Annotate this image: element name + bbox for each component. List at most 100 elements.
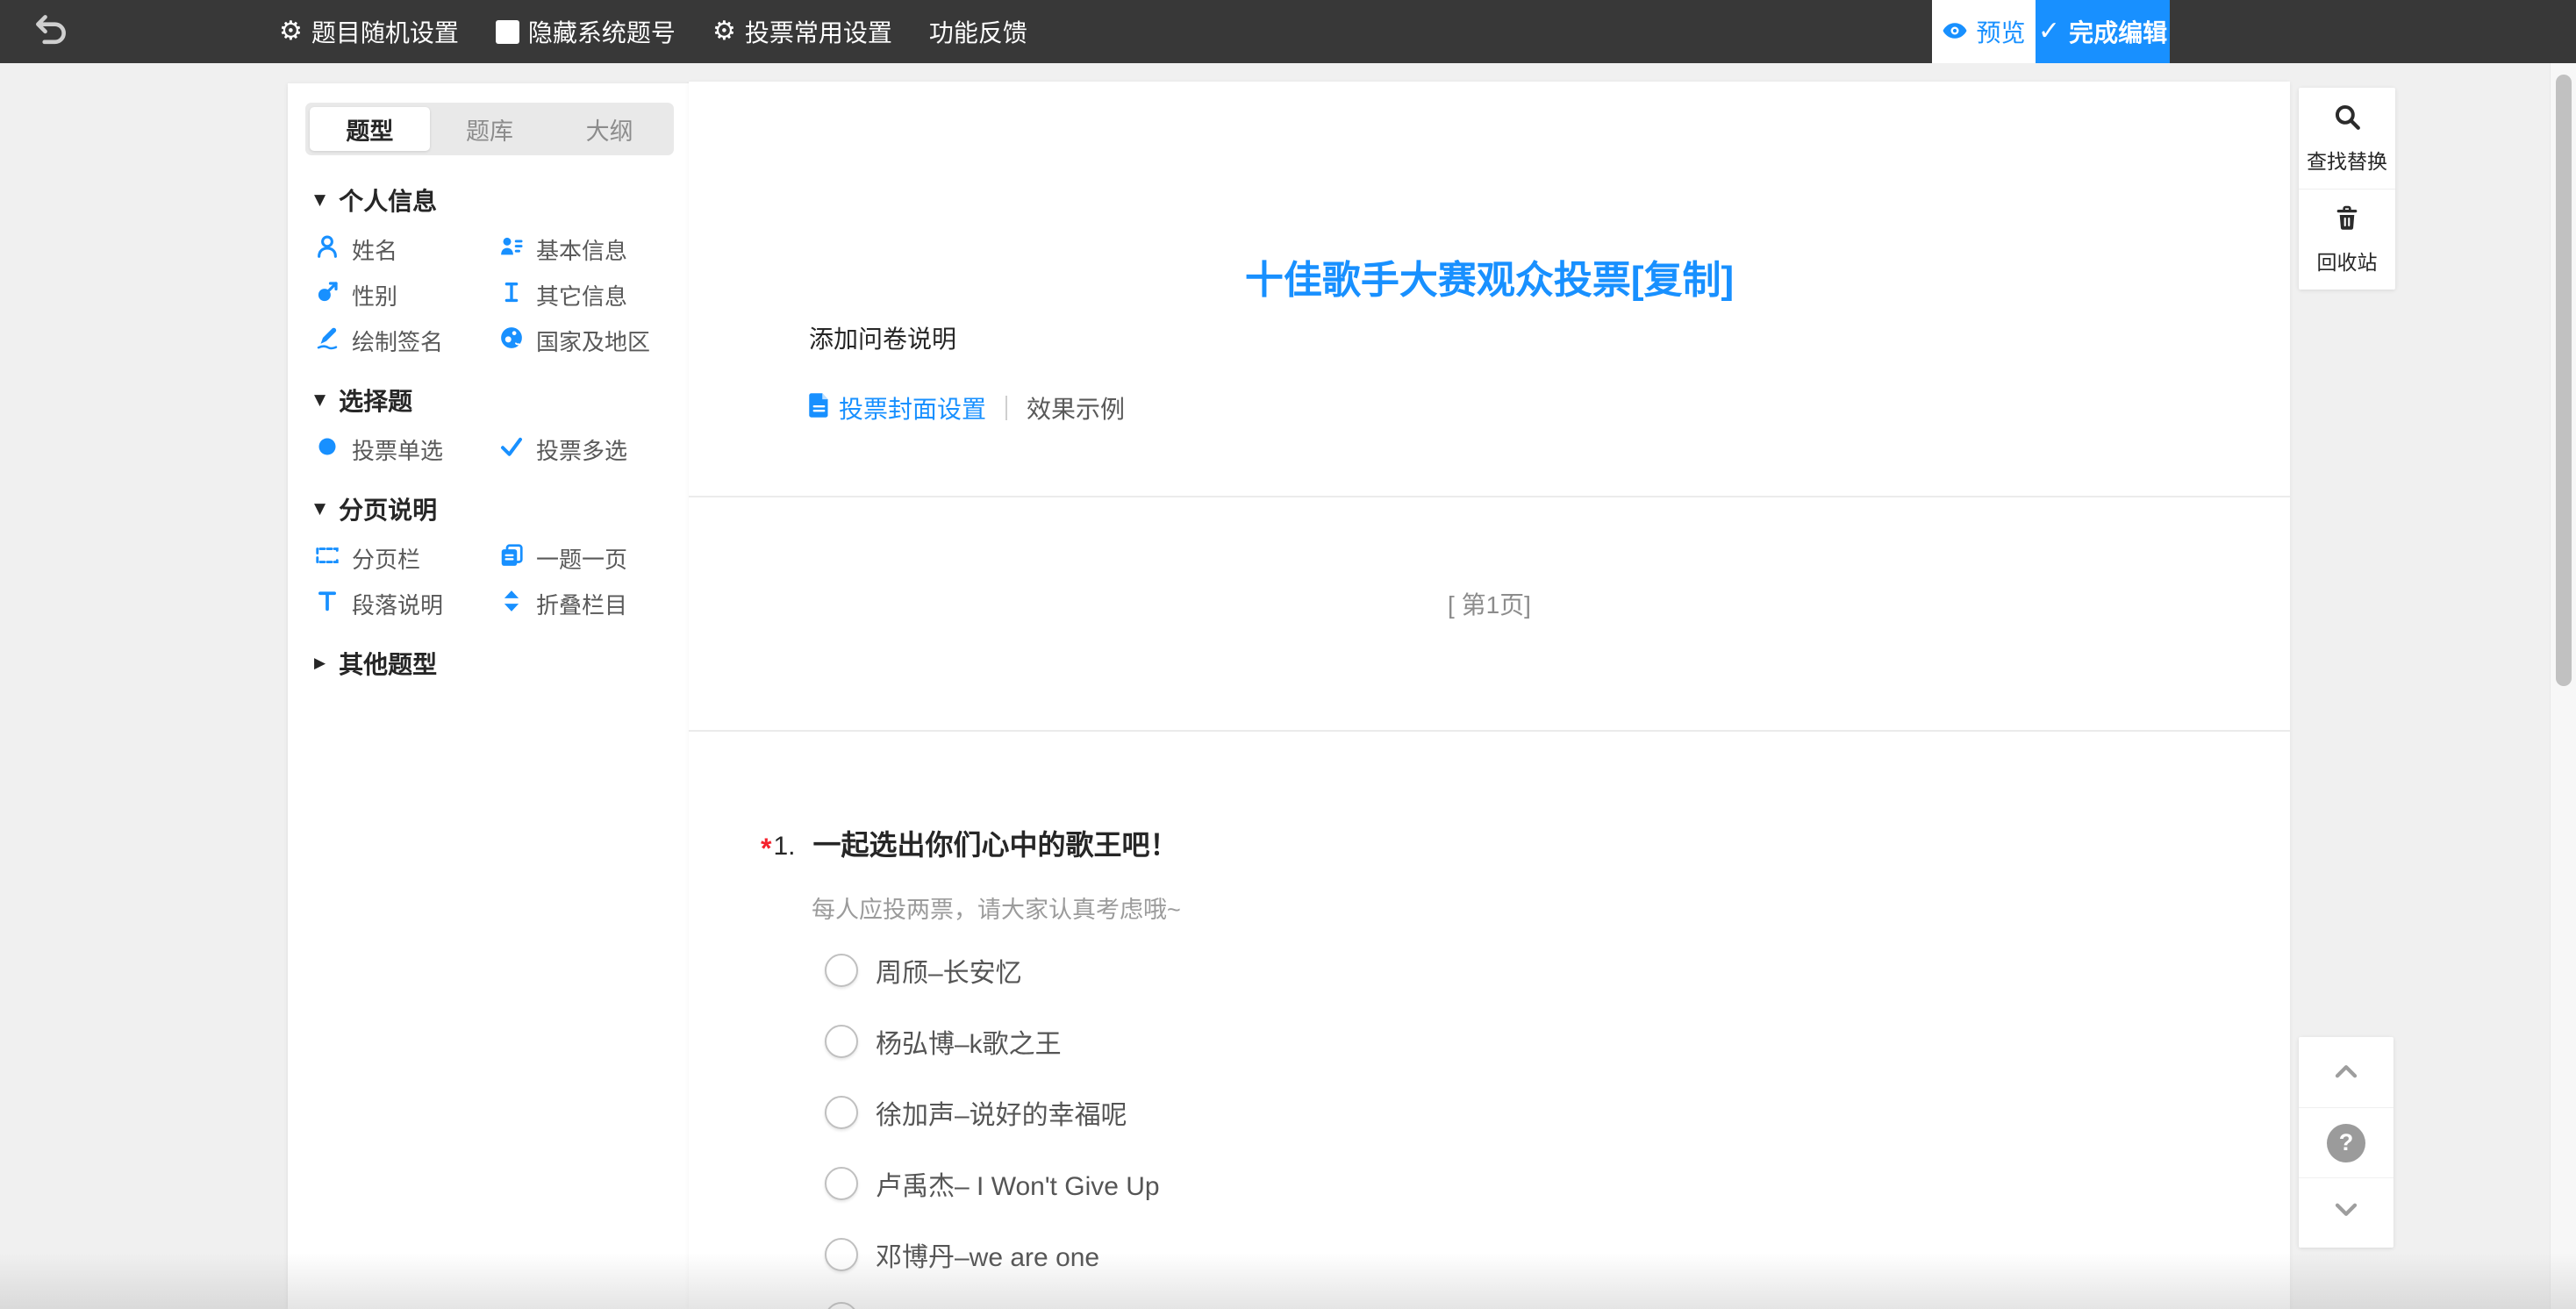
sidebar: 题型 题库 大纲 ▼ 个人信息 姓名 基本信息 性别 其它信息 绘制签名 国家及… [288,83,693,1309]
sidebar-item-label: 性别 [352,283,398,310]
option-label[interactable]: 徐加声–说好的幸福呢 [876,1093,1127,1132]
radio-button[interactable] [825,953,858,987]
sidebar-item-basic-info[interactable]: 基本信息 [498,234,670,264]
radio-button[interactable] [825,1301,858,1309]
text-icon [314,588,340,620]
option-label[interactable]: 杨弘博–k歌之王 [876,1022,1062,1061]
sidebar-item-paragraph[interactable]: 段落说明 [314,589,498,619]
option-row[interactable]: 周颀–长安忆 [825,934,1160,1005]
globe-icon [498,325,525,357]
sidebar-item-label: 投票单选 [352,437,444,464]
section-title: 选择题 [339,388,413,415]
option-label[interactable]: 邓博丹–we are one [876,1235,1099,1274]
sidebar-item-label: 基本信息 [536,237,628,264]
radio-button[interactable] [825,1095,858,1129]
right-tools-panel: 查找替换 回收站 [2299,88,2395,290]
menu-item-random-settings[interactable]: ⚙ 题目随机设置 [279,14,459,49]
find-replace-button[interactable]: 查找替换 [2299,88,2395,189]
editor-canvas: 十佳歌手大赛观众投票[复制] 添加问卷说明 投票封面设置 效果示例 [ 第1页]… [689,82,2290,1309]
option-row[interactable]: 徐加声–说好的幸福呢 [825,1077,1160,1148]
user-list-icon [498,233,525,266]
help-button[interactable]: ? [2299,1107,2394,1177]
option-label[interactable]: 周颀–长安忆 [876,951,1022,990]
question-mark-icon: ? [2327,1123,2365,1162]
recycle-bin-button[interactable]: 回收站 [2299,189,2395,290]
caret-right-icon: ▶ [314,654,326,672]
survey-editor-page: ⚙ 题目随机设置 隐藏系统题号 ⚙ 投票常用设置 功能反馈 预览 ✓ 完成编辑 [0,0,2576,1309]
sidebar-item-name[interactable]: 姓名 [314,234,498,264]
sidebar-tabs: 题型 题库 大纲 [305,103,674,155]
sidebar-item-label: 其它信息 [536,283,628,310]
sidebar-item-signature[interactable]: 绘制签名 [314,325,498,355]
recycle-bin-label: 回收站 [2316,250,2378,274]
tab-question-bank[interactable]: 题库 [430,107,550,151]
radio-button[interactable] [825,1024,858,1058]
option-row[interactable]: 杨弘博–k歌之王 [825,1005,1160,1077]
page-break-icon [314,542,340,575]
section-header-other-types[interactable]: ▶ 其他题型 [314,648,670,678]
tab-question-types[interactable]: 题型 [310,107,430,151]
user-icon [314,233,340,266]
section-items-choice-questions: 投票单选 投票多选 [314,434,670,464]
survey-title[interactable]: 十佳歌手大赛观众投票[复制] [689,248,2290,304]
menu-item-label: 题目随机设置 [311,19,459,46]
trash-icon [2333,204,2361,238]
chevron-up-icon [2333,1062,2359,1084]
sidebar-sections: ▼ 个人信息 姓名 基本信息 性别 其它信息 绘制签名 国家及地区 ▼ 选择题 … [288,185,693,678]
option-row[interactable]: 邓博丹–we are one [825,1219,1160,1290]
sidebar-item-one-question-per-page[interactable]: 一题一页 [498,543,670,573]
menu-item-feedback[interactable]: 功能反馈 [929,14,1027,49]
finish-editing-button[interactable]: ✓ 完成编辑 [2036,0,2170,63]
radio-dot-icon [314,433,340,466]
sidebar-item-collapse-column[interactable]: 折叠栏目 [498,589,670,619]
menu-item-label: 隐藏系统题号 [527,19,676,46]
finish-label: 完成编辑 [2069,19,2168,46]
undo-back-button[interactable] [26,12,75,53]
sidebar-item-label: 绘制签名 [352,328,444,355]
sidebar-item-vote-single[interactable]: 投票单选 [314,434,498,464]
question-subtitle[interactable]: 每人应投两票，请大家认真考虑哦~ [812,891,1181,925]
scroll-down-button[interactable] [2299,1177,2394,1248]
sidebar-item-gender[interactable]: 性别 [314,280,498,310]
radio-button[interactable] [825,1166,858,1200]
search-icon [2332,102,2362,137]
section-header-choice-questions[interactable]: ▼ 选择题 [314,385,670,415]
sidebar-item-country-region[interactable]: 国家及地区 [498,325,670,355]
scroll-up-button[interactable] [2299,1037,2394,1107]
vote-cover-settings-link[interactable]: 投票封面设置 [807,390,986,426]
hide-numbers-checkbox[interactable] [495,19,519,44]
cover-settings-label: 投票封面设置 [839,396,987,423]
menu-item-label: 功能反馈 [928,19,1027,46]
section-items-page-description: 分页栏 一题一页 段落说明 折叠栏目 [314,543,670,619]
topbar: ⚙ 题目随机设置 隐藏系统题号 ⚙ 投票常用设置 功能反馈 预览 ✓ 完成编辑 [0,0,2576,63]
section-divider [689,496,2290,497]
option-row[interactable]: 卢禹杰– I Won't Give Up [825,1148,1160,1219]
scrollbar-track[interactable] [2550,63,2576,1309]
tab-outline[interactable]: 大纲 [549,107,669,151]
sidebar-item-label: 一题一页 [536,546,628,573]
option-row-partial[interactable] [825,1283,1160,1309]
add-description-link[interactable]: 添加问卷说明 [809,320,956,355]
section-header-personal-info[interactable]: ▼ 个人信息 [314,185,670,215]
option-label[interactable]: 卢禹杰– I Won't Give Up [876,1164,1160,1203]
sidebar-item-vote-multi[interactable]: 投票多选 [498,434,670,464]
floating-nav: ? [2299,1037,2394,1248]
sidebar-item-page-break[interactable]: 分页栏 [314,543,498,573]
preview-label: 预览 [1976,19,2026,46]
preview-button[interactable]: 预览 [1932,0,2036,63]
menu-item-vote-settings[interactable]: ⚙ 投票常用设置 [712,14,892,49]
required-asterisk: * [761,833,772,864]
menu-item-label: 投票常用设置 [744,19,892,46]
section-header-page-description[interactable]: ▼ 分页说明 [314,494,670,524]
effect-example-link[interactable]: 效果示例 [1027,390,1125,426]
caret-down-icon: ▼ [314,191,326,209]
sidebar-item-label: 折叠栏目 [536,591,628,619]
scrollbar-thumb[interactable] [2556,75,2572,686]
question-title[interactable]: 一起选出你们心中的歌王吧！ [812,823,1177,863]
page-1-band[interactable]: [ 第1页] [689,503,2290,730]
question-1-header[interactable]: * 1. 一起选出你们心中的歌王吧！ [761,823,1178,864]
menu-item-hide-question-numbers[interactable]: 隐藏系统题号 [495,14,676,49]
sidebar-item-other-info[interactable]: 其它信息 [498,280,670,310]
collapse-icon [498,588,525,620]
radio-button[interactable] [825,1237,858,1271]
